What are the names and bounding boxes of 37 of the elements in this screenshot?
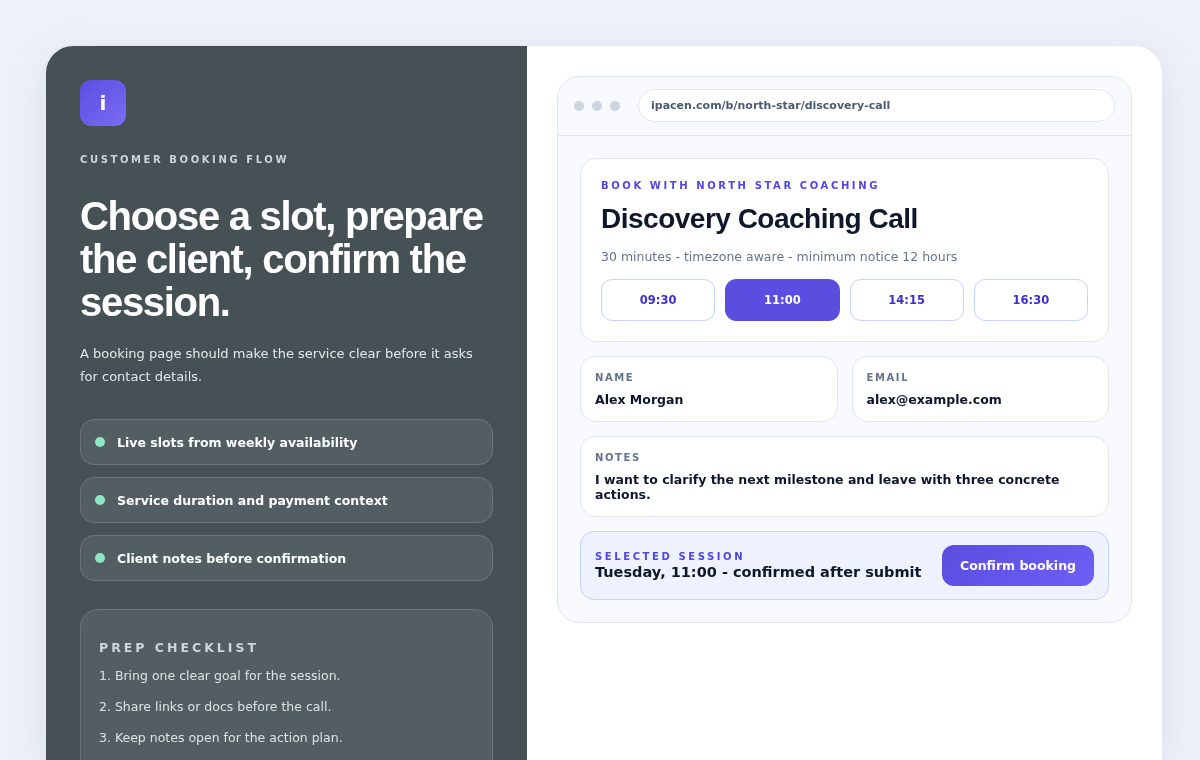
input-field[interactable]: EMAIL alex@example.com	[851, 356, 1109, 422]
checklist-title: PREP CHECKLIST	[99, 640, 261, 655]
hero-description: A booking page should make the service clear before it asks for contact details.	[80, 345, 474, 386]
field-label: NAME	[595, 372, 636, 383]
time-slot-button[interactable]: 16:30	[973, 279, 1088, 321]
bullet-dot-icon	[95, 437, 105, 447]
bullet-dot-icon	[95, 495, 105, 505]
service-title: Discovery Coaching Call	[601, 203, 919, 235]
logo-icon: i	[80, 80, 126, 126]
confirm-booking-button[interactable]: Confirm booking	[941, 545, 1094, 586]
service-eyebrow: BOOK WITH NORTH STAR COACHING	[601, 180, 881, 191]
checklist-item: 2. Share links or docs before the call.	[99, 698, 333, 716]
time-slot-button[interactable]: 11:00	[725, 279, 840, 321]
input-field[interactable]: NAME Alex Morgan	[580, 356, 838, 422]
session-summary: Tuesday, 11:00 - confirmed after submit	[595, 564, 922, 580]
window-dot-icon	[574, 100, 584, 111]
window-dot-icon	[592, 100, 602, 111]
bullet-dot-icon	[95, 553, 105, 563]
service-details: 30 minutes - timezone aware - minimum notice 12 hours	[601, 249, 959, 264]
feature-label: Live slots from weekly availability	[117, 434, 358, 450]
hero-heading: Choose a slot, prepare the client, confirm the session.	[80, 195, 484, 324]
field-value: I want to clarify the next milestone and leave with three concrete actions.	[595, 472, 1061, 502]
field-value: Alex Morgan	[595, 392, 685, 407]
field-value: alex@example.com	[866, 392, 1003, 407]
address-bar[interactable]: ipacen.com/b/north-star/discovery-call	[638, 89, 1115, 122]
time-slot-button[interactable]: 09:30	[601, 279, 716, 321]
field-label: NOTES	[595, 452, 642, 463]
input-field[interactable]: NOTES I want to clarify the next milestone and leave with three concrete actions.	[580, 436, 1109, 517]
session-label: SELECTED SESSION	[595, 551, 747, 562]
feature-label: Service duration and payment context	[117, 492, 388, 508]
feature-label: Client notes before confirmation	[117, 550, 347, 566]
window-dot-icon	[610, 100, 620, 111]
checklist-item: 1. Bring one clear goal for the session.	[99, 667, 342, 685]
checklist-item: 3. Keep notes open for the action plan.	[99, 729, 344, 747]
section-eyebrow: CUSTOMER BOOKING FLOW	[80, 154, 291, 165]
time-slot-button[interactable]: 14:15	[849, 279, 964, 321]
field-label: EMAIL	[866, 372, 911, 383]
